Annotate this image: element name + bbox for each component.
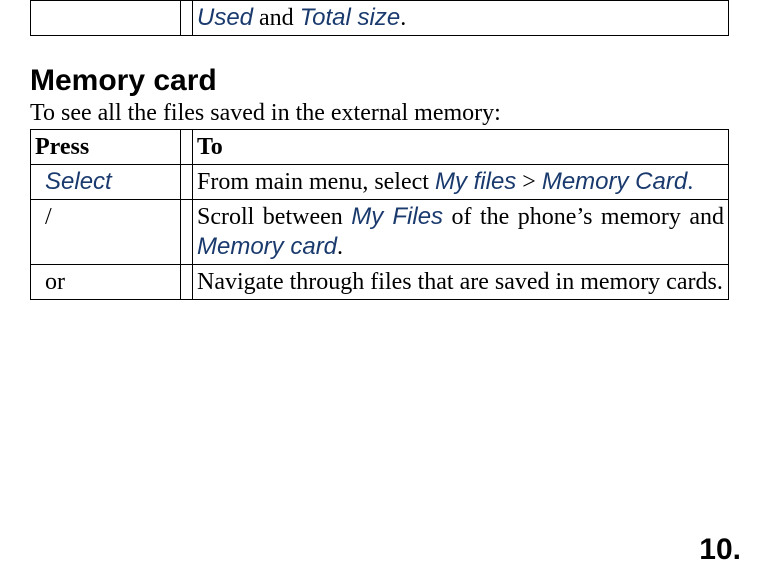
text: of the phone’s memory and bbox=[443, 204, 724, 230]
intro-text: To see all the files saved in the extern… bbox=[30, 100, 729, 127]
table-row: Used and Total size. bbox=[31, 1, 729, 36]
text-dot: . bbox=[687, 169, 693, 195]
page-number: 10. bbox=[699, 533, 741, 567]
header-press: Press bbox=[31, 130, 181, 165]
section-heading: Memory card bbox=[30, 64, 729, 98]
term-memory-card: Memory card bbox=[197, 233, 337, 260]
gap-cell bbox=[181, 265, 193, 300]
table-row: / Scroll between My Files of the phone’s… bbox=[31, 200, 729, 265]
press-cell: / bbox=[31, 200, 181, 265]
top-gap-cell bbox=[181, 1, 193, 36]
to-cell: From main menu, select My files > Memory… bbox=[193, 165, 729, 200]
table-row: or Navigate through files that are saved… bbox=[31, 265, 729, 300]
press-cell: Select bbox=[31, 165, 181, 200]
text: Scroll between bbox=[197, 204, 351, 230]
text-gt: > bbox=[516, 169, 542, 195]
text-dot: . bbox=[337, 234, 343, 260]
memory-card-table: Press To Select From main menu, select M… bbox=[30, 129, 729, 300]
key-select: Select bbox=[45, 168, 112, 195]
to-cell: Navigate through files that are saved in… bbox=[193, 265, 729, 300]
term-my-files: My Files bbox=[351, 203, 443, 230]
press-cell: or bbox=[31, 265, 181, 300]
top-press-cell bbox=[31, 1, 181, 36]
text-dot: . bbox=[400, 5, 406, 31]
header-to: To bbox=[193, 130, 729, 165]
table-row: Select From main menu, select My files >… bbox=[31, 165, 729, 200]
term-total-size: Total size bbox=[300, 4, 401, 31]
page-content: Used and Total size. Memory card To see … bbox=[0, 0, 759, 300]
text: From main menu, select bbox=[197, 169, 435, 195]
gap-cell bbox=[181, 165, 193, 200]
term-memory-card: Memory Card bbox=[542, 168, 687, 195]
text-and: and bbox=[253, 5, 300, 31]
top-fragment-table: Used and Total size. bbox=[30, 0, 729, 36]
top-to-cell: Used and Total size. bbox=[193, 1, 729, 36]
to-cell: Scroll between My Files of the phone’s m… bbox=[193, 200, 729, 265]
table-header-row: Press To bbox=[31, 130, 729, 165]
gap-cell bbox=[181, 200, 193, 265]
term-used: Used bbox=[197, 4, 253, 31]
header-gap bbox=[181, 130, 193, 165]
term-my-files: My files bbox=[435, 168, 516, 195]
